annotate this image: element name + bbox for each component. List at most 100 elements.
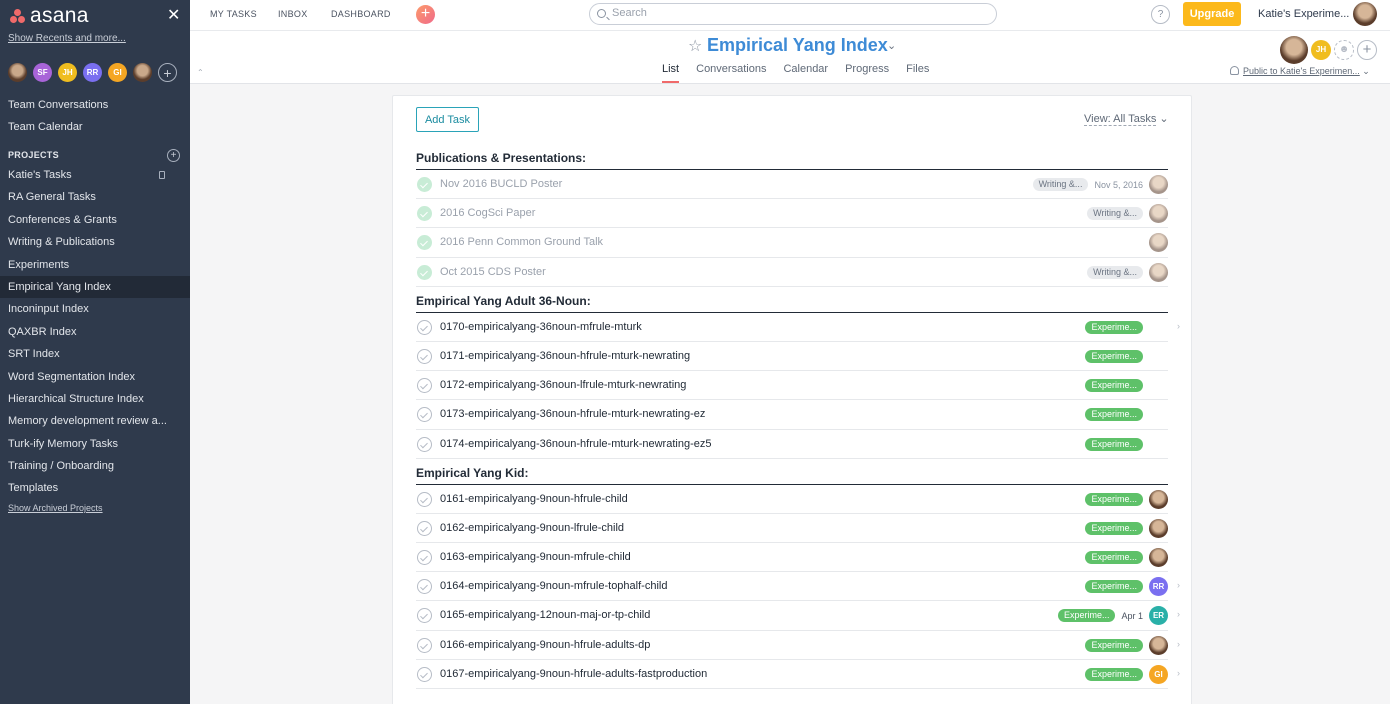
my-tasks-link[interactable]: MY TASKS	[210, 9, 257, 19]
project-tag[interactable]: Experime...	[1057, 609, 1116, 623]
assignee-placeholder[interactable]	[1149, 347, 1168, 366]
assignee-placeholder[interactable]	[1149, 405, 1168, 424]
due-date[interactable]: Apr 1	[1121, 611, 1143, 621]
assignee-avatar[interactable]: ER	[1149, 606, 1168, 626]
add-member-icon[interactable]: ☻	[1334, 40, 1354, 60]
complete-checkbox-icon[interactable]	[417, 319, 432, 335]
sidebar-project-item[interactable]: RA General Tasks	[0, 186, 190, 208]
task-name[interactable]: Nov 2016 BUCLD Poster	[440, 178, 562, 190]
privacy-setting[interactable]: Public to Katie's Experimen... ⌄	[1230, 66, 1370, 77]
complete-checkbox-icon[interactable]	[417, 407, 432, 423]
assignee-avatar[interactable]	[1149, 204, 1168, 224]
sidebar-project-item[interactable]: Word Segmentation Index	[0, 366, 190, 388]
complete-checkbox-icon[interactable]	[417, 378, 432, 394]
task-name[interactable]: 0173-empiricalyang-36noun-hfrule-mturk-n…	[440, 408, 705, 420]
task-name[interactable]: 0165-empiricalyang-12noun-maj-or-tp-chil…	[440, 609, 650, 621]
team-member-avatar[interactable]: JH	[58, 63, 77, 82]
task-row[interactable]: 0174-empiricalyang-36noun-hfrule-mturk-n…	[416, 430, 1168, 459]
user-avatar[interactable]	[1353, 2, 1377, 26]
sidebar-project-item[interactable]: Templates	[0, 477, 190, 499]
project-tag[interactable]: Experime...	[1085, 521, 1143, 535]
project-tag[interactable]: Experime...	[1085, 492, 1143, 506]
complete-checkbox-icon[interactable]	[417, 177, 432, 192]
sidebar-project-item[interactable]: Empirical Yang Index	[0, 275, 190, 299]
show-recents-link[interactable]: Show Recents and more...	[8, 33, 126, 44]
sidebar-project-item[interactable]: Conferences & Grants	[0, 209, 190, 231]
assignee-avatar[interactable]	[1149, 175, 1168, 194]
task-row[interactable]: Nov 2016 BUCLD Poster Writing &... Nov 5, …	[416, 170, 1168, 200]
search-bar[interactable]	[589, 3, 997, 25]
project-tag[interactable]: Experime...	[1085, 667, 1143, 681]
assignee-placeholder[interactable]	[1149, 435, 1168, 454]
tab-conversations[interactable]: Conversations	[696, 63, 766, 83]
sidebar-project-item[interactable]: SRT Index	[0, 343, 190, 365]
sidebar-project-item[interactable]: Inconinput Index	[0, 298, 190, 320]
member-avatar[interactable]	[1280, 36, 1308, 64]
task-name[interactable]: 0162-empiricalyang-9noun-lfrule-child	[440, 522, 624, 534]
assignee-placeholder[interactable]	[1149, 318, 1168, 337]
project-tag[interactable]: Writing &...	[1032, 178, 1089, 191]
assignee-avatar[interactable]	[1149, 548, 1168, 568]
complete-checkbox-icon[interactable]	[417, 579, 432, 595]
help-button[interactable]: ?	[1151, 5, 1170, 24]
task-name[interactable]: 0174-empiricalyang-36noun-hfrule-mturk-n…	[440, 438, 711, 450]
search-input[interactable]	[612, 7, 982, 19]
complete-checkbox-icon[interactable]	[417, 264, 432, 280]
section-header[interactable]: Empirical Yang Adult 36-Noun:	[416, 287, 1168, 313]
dashboard-link[interactable]: DASHBOARD	[331, 9, 391, 19]
assignee-avatar[interactable]	[1149, 489, 1168, 509]
project-actions-chevron-icon[interactable]: ⌄	[887, 39, 896, 52]
complete-checkbox-icon[interactable]	[417, 348, 432, 364]
add-project-button[interactable]: +	[167, 149, 180, 162]
task-name[interactable]: 0172-empiricalyang-36noun-lfrule-mturk-n…	[440, 379, 686, 391]
team-calendar-link[interactable]: Team Calendar	[8, 121, 83, 133]
add-team-member-button[interactable]: +	[158, 63, 177, 82]
complete-checkbox-icon[interactable]	[417, 206, 432, 222]
complete-checkbox-icon[interactable]	[417, 666, 432, 682]
assignee-avatar[interactable]: GI	[1149, 664, 1168, 684]
task-row[interactable]: Oct 2015 CDS Poster Writing &...	[416, 258, 1168, 287]
task-name[interactable]: 0161-empiricalyang-9noun-hfrule-child	[440, 493, 628, 505]
complete-checkbox-icon[interactable]	[417, 637, 432, 653]
project-tag[interactable]: Experime...	[1085, 379, 1143, 393]
team-member-avatar[interactable]: SF	[33, 63, 52, 82]
task-name[interactable]: 0170-empiricalyang-36noun-mfrule-mturk	[440, 321, 642, 333]
task-row[interactable]: 0171-empiricalyang-36noun-hfrule-mturk-n…	[416, 342, 1168, 372]
team-member-avatar[interactable]	[133, 63, 152, 82]
project-tag[interactable]: Writing &...	[1087, 207, 1143, 221]
show-archived-projects-link[interactable]: Show Archived Projects	[8, 503, 103, 513]
open-details-chevron-icon[interactable]: ›	[1177, 609, 1180, 619]
complete-checkbox-icon[interactable]	[417, 608, 432, 624]
sidebar-project-item[interactable]: Experiments	[0, 254, 190, 276]
task-row[interactable]: 0170-empiricalyang-36noun-mfrule-mturk Ex…	[416, 313, 1180, 342]
task-row[interactable]: 0165-empiricalyang-12noun-maj-or-tp-chil…	[416, 601, 1180, 631]
view-filter-dropdown[interactable]: View: All Tasks ⌄	[1084, 112, 1169, 126]
open-details-chevron-icon[interactable]: ›	[1177, 668, 1180, 678]
section-header[interactable]: Empirical Yang Kid:	[416, 459, 1168, 485]
sidebar-project-item[interactable]: Writing & Publications	[0, 231, 190, 253]
sidebar-project-item[interactable]: QAXBR Index	[0, 321, 190, 343]
project-tag[interactable]: Writing &...	[1087, 265, 1143, 279]
task-row[interactable]: 0173-empiricalyang-36noun-hfrule-mturk-n…	[416, 400, 1168, 430]
complete-checkbox-icon[interactable]	[417, 491, 432, 507]
section-header[interactable]: Publications & Presentations:	[416, 144, 1168, 170]
sidebar-project-item[interactable]: Memory development review a...	[0, 410, 190, 432]
project-tag[interactable]: Experime...	[1085, 551, 1143, 565]
sidebar-project-item[interactable]: Hierarchical Structure Index	[0, 388, 190, 410]
task-row[interactable]: 2016 CogSci Paper Writing &...	[416, 199, 1168, 229]
task-name[interactable]: 0163-empiricalyang-9noun-mfrule-child	[440, 551, 631, 563]
task-row[interactable]: 0162-empiricalyang-9noun-lfrule-child Exp…	[416, 514, 1168, 544]
tab-calendar[interactable]: Calendar	[783, 63, 828, 83]
task-name[interactable]: 0164-empiricalyang-9noun-mfrule-tophalf-…	[440, 580, 667, 592]
assignee-avatar[interactable]: RR	[1149, 577, 1168, 597]
task-row[interactable]: 0172-empiricalyang-36noun-lfrule-mturk-n…	[416, 371, 1168, 401]
complete-checkbox-icon[interactable]	[417, 520, 432, 536]
project-tag[interactable]: Experime...	[1085, 408, 1143, 422]
star-icon[interactable]: ☆	[688, 36, 702, 56]
tab-list[interactable]: List	[662, 63, 680, 83]
project-title[interactable]: Empirical Yang Index	[707, 35, 888, 56]
complete-checkbox-icon[interactable]	[417, 550, 432, 566]
member-avatar-jh[interactable]: JH	[1311, 40, 1331, 60]
complete-checkbox-icon[interactable]	[417, 436, 432, 452]
team-member-avatar[interactable]: RR	[83, 63, 102, 82]
